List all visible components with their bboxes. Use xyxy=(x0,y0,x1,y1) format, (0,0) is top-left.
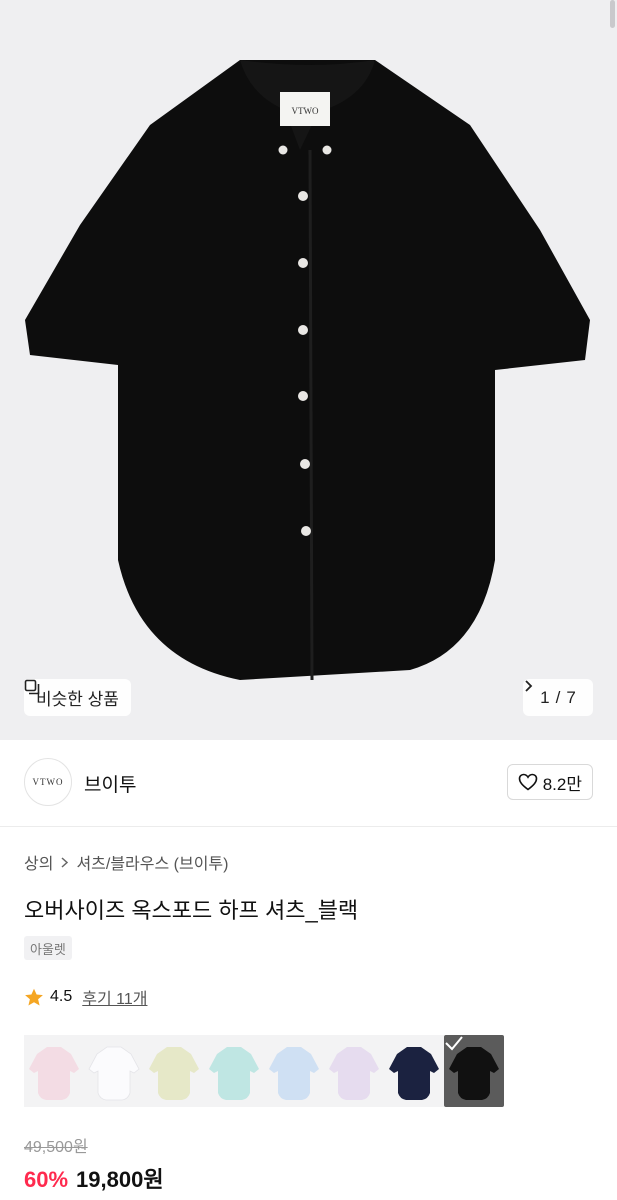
color-swatch[interactable] xyxy=(204,1035,264,1107)
brand-logo-text: VTWO xyxy=(32,777,64,787)
check-icon xyxy=(445,1036,463,1051)
brand-name[interactable]: 브이투 xyxy=(84,770,136,797)
scrollbar-thumb[interactable] xyxy=(610,0,615,28)
discount-rate: 60% xyxy=(24,1167,69,1192)
rating-value: 4.5 xyxy=(50,988,73,1005)
color-swatch[interactable] xyxy=(264,1035,324,1107)
image-page-indicator[interactable]: 1 / 7 xyxy=(523,679,593,716)
similar-products-button[interactable]: 비슷한 상품 xyxy=(24,679,131,716)
color-swatch[interactable] xyxy=(144,1035,204,1107)
breadcrumb-subcategory[interactable]: 셔츠/블라우스 (브이투) xyxy=(76,850,228,874)
star-icon xyxy=(25,988,43,1005)
swatch-shirt-thumbnail xyxy=(329,1047,379,1100)
color-swatch[interactable] xyxy=(444,1035,504,1107)
breadcrumb-category[interactable]: 상의 xyxy=(24,850,53,874)
breadcrumb: 상의 셔츠/블라우스 (브이투) xyxy=(24,850,228,874)
page-total: 7 xyxy=(566,687,576,707)
outlet-tag-label: 아울렛 xyxy=(30,941,66,957)
swatch-shirt-thumbnail xyxy=(149,1047,199,1100)
color-swatch[interactable] xyxy=(324,1035,384,1107)
similar-products-label: 비슷한 상품 xyxy=(36,690,119,709)
original-price: 49,500원 xyxy=(24,1139,88,1156)
shirt-body xyxy=(25,60,590,680)
swatch-shirt-thumbnail xyxy=(29,1047,79,1100)
like-count: 8.2만 xyxy=(542,774,582,794)
swatch-shirt-thumbnail xyxy=(389,1047,439,1100)
review-link[interactable]: 후기 11개 xyxy=(82,985,147,1009)
heart-icon xyxy=(518,773,538,791)
page-current: 1 xyxy=(540,687,550,707)
brand-row[interactable]: VTWO 브이투 8.2만 xyxy=(0,740,617,827)
like-button[interactable]: 8.2만 xyxy=(506,764,593,800)
product-image: VTWO xyxy=(25,60,590,681)
color-swatch[interactable] xyxy=(24,1035,84,1107)
swatch-shirt-thumbnail xyxy=(209,1047,259,1100)
color-swatch[interactable] xyxy=(84,1035,144,1107)
chevron-right-icon xyxy=(525,680,533,692)
brand-logo[interactable]: VTWO xyxy=(24,758,72,806)
product-title: 오버사이즈 옥스포드 하프 셔츠_블랙 xyxy=(24,898,359,923)
rating-row: 4.5 후기 11개 xyxy=(24,985,147,1009)
copy-icon xyxy=(24,679,40,695)
page-separator: / xyxy=(555,687,561,707)
color-swatch[interactable] xyxy=(384,1035,444,1107)
swatch-shirt-thumbnail xyxy=(88,1046,140,1101)
product-image-carousel[interactable]: VTWO 비슷한 상품 1 / 7 xyxy=(0,0,617,740)
sale-price: 19,800원 xyxy=(76,1167,164,1192)
breadcrumb-chevron-icon xyxy=(61,856,69,868)
price-row: 60% 19,800원 xyxy=(24,1162,164,1194)
outlet-tag: 아울렛 xyxy=(24,936,72,960)
shirt-label-text: VTWO xyxy=(292,106,319,116)
swatch-shirt-thumbnail xyxy=(269,1047,319,1100)
color-swatches xyxy=(24,1035,504,1107)
